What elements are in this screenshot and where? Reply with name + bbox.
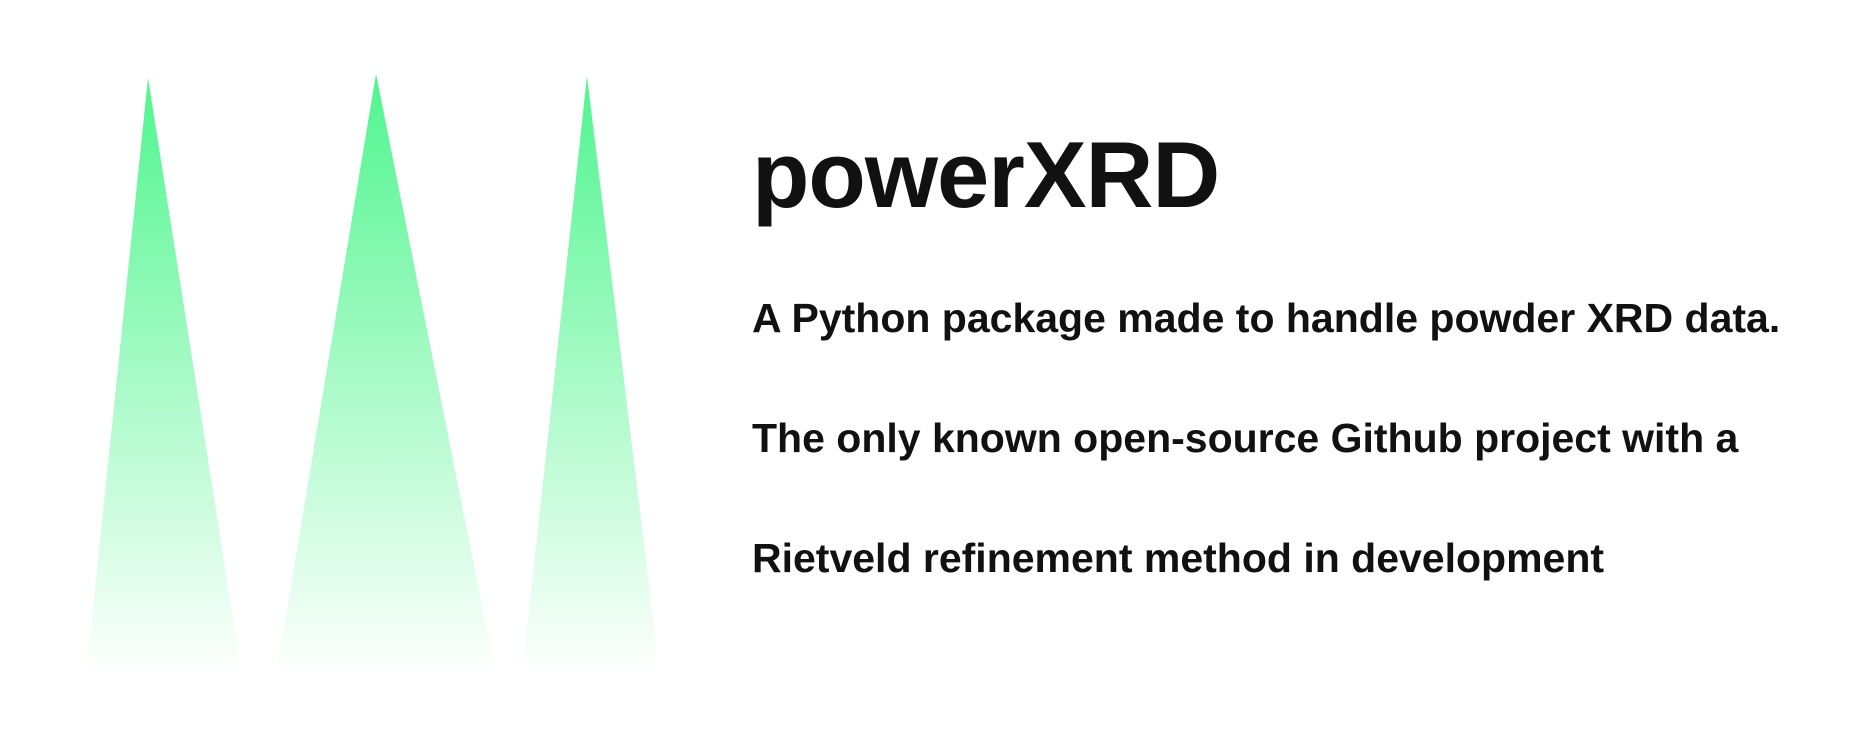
page-title: powerXRD: [752, 122, 1220, 227]
description-line: Rietveld refinement method in developmen…: [752, 535, 1605, 581]
peak-left-icon: [86, 78, 242, 676]
tagline: A Python package made to handle powder X…: [752, 295, 1781, 341]
description-line: The only known open-source Github projec…: [752, 415, 1739, 461]
peak-middle-icon: [276, 74, 496, 676]
peak-right-icon: [522, 76, 660, 676]
xrd-peaks-logo-icon: [0, 0, 700, 746]
